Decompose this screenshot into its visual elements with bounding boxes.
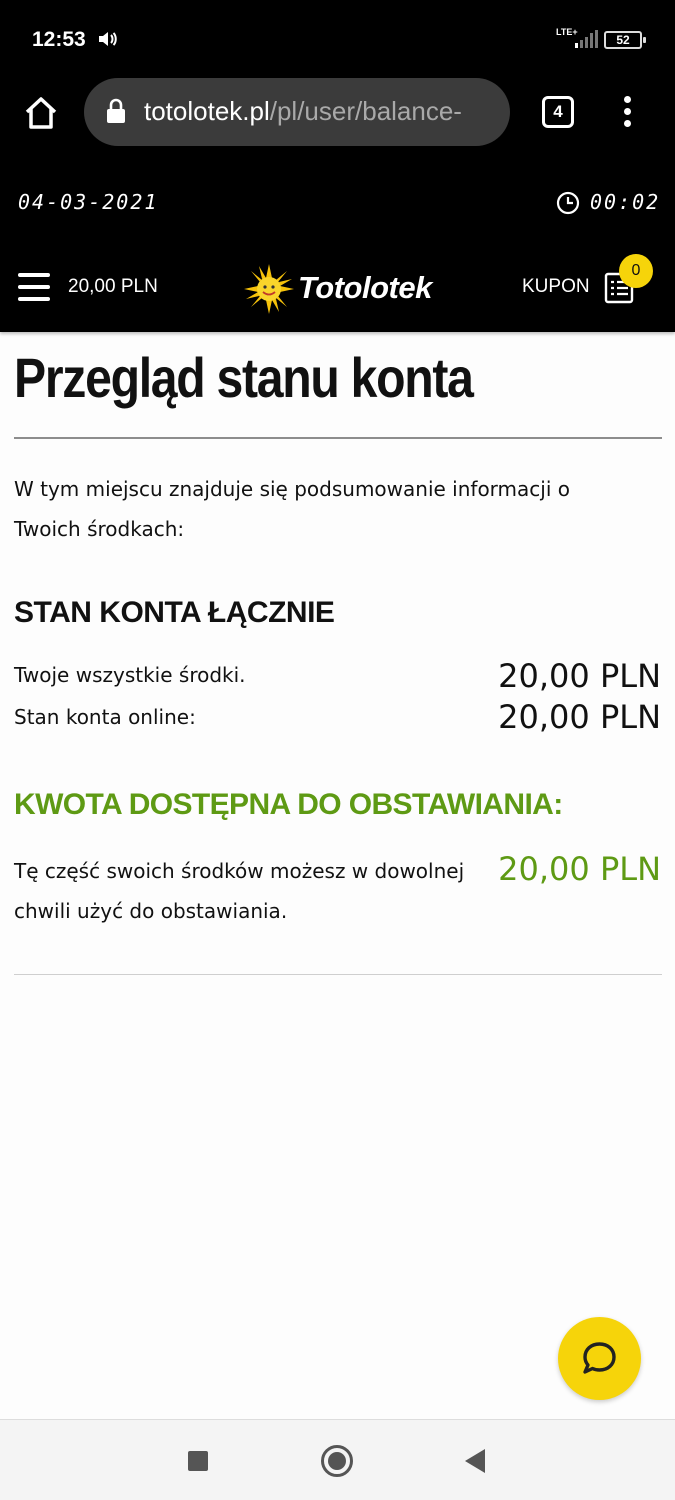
- home-icon[interactable]: [20, 92, 62, 134]
- sun-logo-icon: [244, 264, 294, 318]
- battery-icon: 52: [604, 31, 646, 49]
- more-vert-icon[interactable]: [620, 96, 634, 130]
- all-funds-label: Twoje wszystkie środki.: [14, 663, 246, 687]
- clock-icon: [556, 191, 580, 219]
- intro-text: W tym miejscu znajduje się podsumowanie …: [14, 477, 570, 541]
- menu-icon[interactable]: [18, 273, 50, 301]
- total-balance-heading: STAN KONTA ŁĄCZNIE: [14, 596, 335, 629]
- browser-toolbar: totolotek.pl/pl/user/balance- 4: [0, 78, 675, 162]
- system-nav-bar: [0, 1419, 675, 1500]
- home-circle-icon[interactable]: [321, 1445, 353, 1477]
- online-balance-label: Stan konta online:: [14, 705, 196, 729]
- available-amount-value: 20,00 PLN: [498, 850, 661, 888]
- signal-icon: [574, 30, 598, 52]
- back-icon[interactable]: [465, 1449, 485, 1473]
- site-header: 04-03-2021 00:02 20,00 PLN Totolotek KUP…: [0, 162, 675, 332]
- header-balance[interactable]: 20,00 PLN: [68, 276, 158, 298]
- url-text: totolotek.pl/pl/user/balance-: [144, 96, 500, 127]
- volume-icon: [98, 30, 118, 52]
- all-funds-value: 20,00 PLN: [498, 657, 661, 695]
- online-balance-value: 20,00 PLN: [498, 698, 661, 736]
- available-description: Tę część swoich środków możesz w dowolne…: [14, 859, 465, 923]
- recents-icon[interactable]: [188, 1451, 208, 1471]
- kupon-count-badge: 0: [619, 254, 653, 288]
- available-amount-heading: KWOTA DOSTĘPNA DO OBSTAWIANIA:: [14, 788, 563, 821]
- chat-bubble-icon: [583, 1342, 616, 1374]
- kupon-label[interactable]: KUPON: [522, 276, 590, 298]
- battery-level: 52: [616, 33, 630, 47]
- divider: [14, 974, 662, 975]
- address-bar[interactable]: totolotek.pl/pl/user/balance-: [84, 78, 510, 146]
- status-time: 12:53: [32, 28, 86, 51]
- status-bar: 12:53 LTE+ 52: [0, 0, 675, 78]
- tab-count-button[interactable]: 4: [542, 96, 574, 128]
- url-domain: totolotek.pl: [144, 96, 270, 126]
- chat-button[interactable]: [558, 1317, 641, 1400]
- divider: [14, 437, 662, 439]
- lock-icon: [106, 98, 126, 128]
- page-title: Przegląd stanu konta: [14, 346, 474, 409]
- logo-text: Totolotek: [298, 270, 432, 305]
- url-path: /pl/user/balance-: [269, 96, 462, 126]
- site-logo[interactable]: Totolotek: [244, 264, 444, 316]
- session-timer: 00:02: [590, 190, 661, 214]
- header-date: 04-03-2021: [18, 190, 159, 214]
